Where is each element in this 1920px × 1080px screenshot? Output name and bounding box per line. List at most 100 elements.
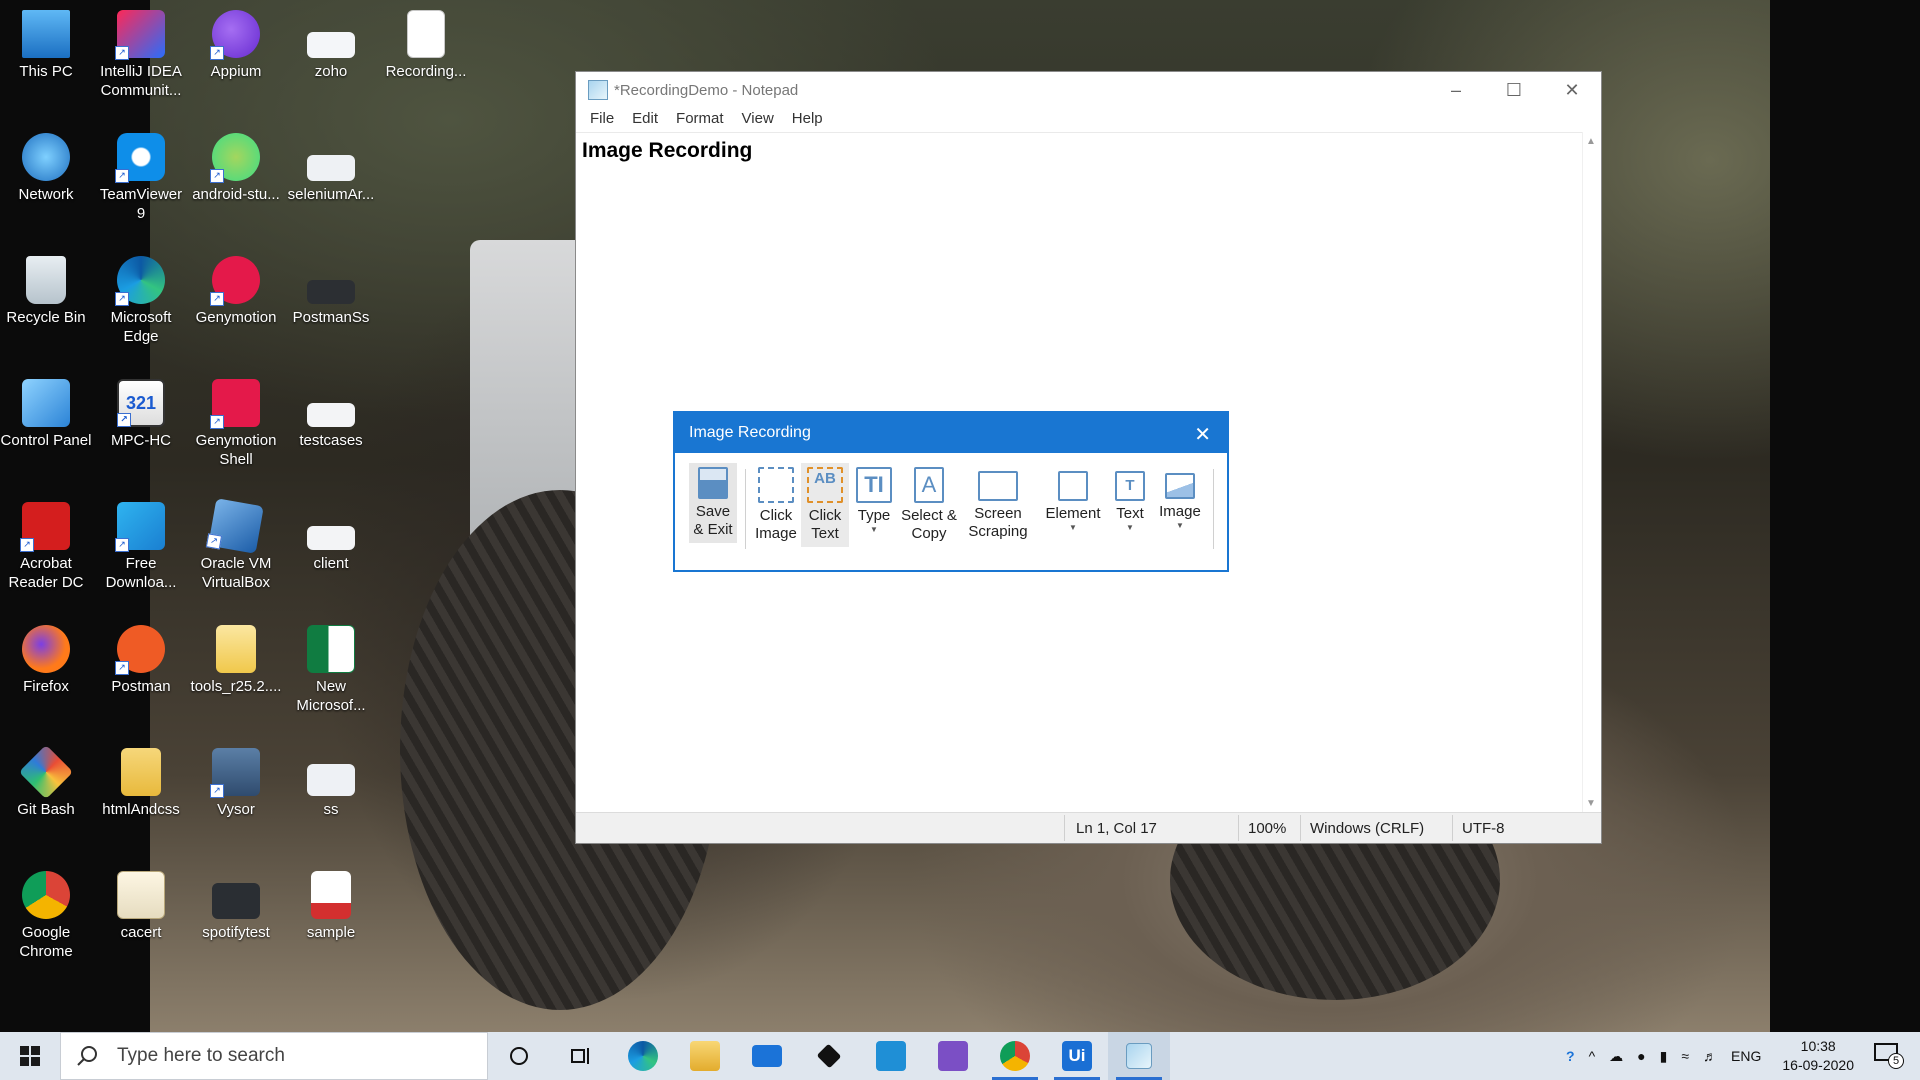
microphone-icon[interactable]: ● — [1637, 1048, 1645, 1064]
start-button[interactable] — [0, 1032, 60, 1080]
desktop-icon-recording[interactable]: Recording... — [380, 10, 472, 81]
text-icon: T — [1115, 471, 1145, 501]
status-encoding: UTF-8 — [1462, 820, 1505, 837]
desktop-icon-vysor[interactable]: ↗ Vysor — [190, 748, 282, 819]
screen-scraping-label: Screen Scraping — [968, 505, 1028, 540]
type-dropdown-icon[interactable]: ▼ — [851, 525, 897, 535]
desktop-icon-chrome[interactable]: Google Chrome — [0, 871, 92, 961]
scroll-down-icon[interactable]: ▼ — [1586, 798, 1596, 809]
element-button[interactable]: Element ▼ — [1043, 463, 1103, 533]
dialog-title-bar[interactable]: Image Recording ✕ — [675, 413, 1227, 453]
edge-icon: ↗ — [115, 256, 165, 306]
vysor-icon: ↗ — [210, 748, 260, 798]
image-file-icon — [212, 883, 260, 919]
desktop-icon-acrobat[interactable]: ↗ Acrobat Reader DC — [0, 502, 92, 592]
taskbar-edge[interactable] — [612, 1032, 674, 1080]
taskbar-mail[interactable] — [736, 1032, 798, 1080]
cortana-button[interactable] — [488, 1032, 550, 1080]
desktop-icon-testcases[interactable]: testcases — [285, 379, 377, 450]
menu-edit[interactable]: Edit — [623, 108, 667, 130]
desktop-icon-free-download[interactable]: ↗ Free Downloa... — [95, 502, 187, 592]
desktop-icon-control-panel[interactable]: Control Panel — [0, 379, 92, 450]
desktop-icon-virtualbox[interactable]: ↗ Oracle VM VirtualBox — [190, 498, 282, 592]
desktop-icon-htmlandcss[interactable]: htmlAndcss — [95, 748, 187, 819]
taskbar-chrome[interactable] — [984, 1032, 1046, 1080]
menu-help[interactable]: Help — [783, 108, 832, 130]
desktop-icon-postman[interactable]: ↗ Postman — [95, 625, 187, 696]
status-divider — [1064, 815, 1065, 841]
onedrive-icon[interactable]: ☁ — [1609, 1048, 1623, 1065]
free-download-icon: ↗ — [115, 502, 165, 552]
language-indicator[interactable]: ENG — [1731, 1048, 1761, 1064]
screen-scraping-icon — [978, 471, 1018, 501]
type-button[interactable]: TI Type ▼ — [851, 463, 897, 535]
screen-scraping-button[interactable]: Screen Scraping — [963, 463, 1033, 541]
maximize-icon[interactable]: ☐ — [1485, 80, 1543, 101]
desktop-icon-git-bash[interactable]: Git Bash — [0, 744, 92, 819]
dialog-close-icon[interactable]: ✕ — [1194, 422, 1211, 447]
menu-format[interactable]: Format — [667, 108, 733, 130]
clock[interactable]: 10:38 16-09-2020 — [1782, 1037, 1854, 1075]
notification-center-button[interactable]: 5 — [1874, 1043, 1904, 1069]
taskbar-dropbox[interactable] — [798, 1032, 860, 1080]
mpc-hc-icon: 321 ↗ — [117, 379, 165, 427]
text-dropdown-icon[interactable]: ▼ — [1107, 523, 1153, 533]
desktop-icon-recycle-bin[interactable]: Recycle Bin — [0, 256, 92, 327]
notepad-title-bar[interactable]: *RecordingDemo - Notepad – ☐ ✕ — [576, 72, 1601, 108]
desktop-icon-network[interactable]: Network — [0, 133, 92, 204]
desktop-icon-tools[interactable]: tools_r25.2.... — [190, 625, 282, 696]
desktop-icon-selenium[interactable]: seleniumAr... — [285, 133, 377, 204]
desktop-icon-sample[interactable]: sample — [285, 871, 377, 942]
desktop-icon-edge[interactable]: ↗ Microsoft Edge — [95, 256, 187, 346]
desktop-icon-teamviewer[interactable]: ↗ TeamViewer 9 — [95, 133, 187, 223]
desktop-icon-postmanss[interactable]: PostmanSs — [285, 256, 377, 327]
taskbar-search-box[interactable]: Type here to search — [60, 1032, 488, 1080]
desktop-icon-spotifytest[interactable]: spotifytest — [190, 871, 282, 942]
notepad-menu-bar: File Edit Format View Help — [576, 108, 1601, 130]
desktop-icon-android-studio[interactable]: ↗ android-stu... — [190, 133, 282, 204]
dropbox-icon — [816, 1043, 842, 1069]
desktop-icon-appium[interactable]: ↗ Appium — [190, 10, 282, 81]
git-bash-icon — [18, 744, 74, 800]
wifi-icon[interactable]: ≈ — [1681, 1048, 1689, 1064]
image-dropdown-icon[interactable]: ▼ — [1155, 521, 1205, 531]
notepad-title: *RecordingDemo - Notepad — [614, 81, 799, 99]
desktop-icon-new-excel[interactable]: New Microsof... — [285, 625, 377, 715]
desktop-icon-client[interactable]: client — [285, 502, 377, 573]
menu-file[interactable]: File — [581, 108, 623, 130]
vertical-scrollbar[interactable]: ▲ ▼ — [1582, 132, 1601, 813]
element-dropdown-icon[interactable]: ▼ — [1043, 523, 1103, 533]
click-image-button[interactable]: Click Image — [751, 463, 801, 543]
desktop-icon-mpc-hc[interactable]: 321 ↗ MPC-HC — [95, 379, 187, 450]
battery-icon[interactable]: ▮ — [1660, 1048, 1668, 1065]
scroll-up-icon[interactable]: ▲ — [1586, 136, 1596, 147]
taskbar-power-automate[interactable] — [860, 1032, 922, 1080]
minimize-icon[interactable]: – — [1427, 80, 1485, 101]
taskbar-uipath[interactable]: Ui — [1046, 1032, 1108, 1080]
desktop-icon-ss[interactable]: ss — [285, 748, 377, 819]
help-icon[interactable]: ? — [1566, 1048, 1575, 1064]
desktop-icon-firefox[interactable]: Firefox — [0, 625, 92, 696]
taskbar-notepad[interactable] — [1108, 1032, 1170, 1080]
desktop-icon-zoho[interactable]: zoho — [285, 10, 377, 81]
taskbar-visual-studio[interactable] — [922, 1032, 984, 1080]
appium-icon: ↗ — [210, 10, 260, 60]
close-icon[interactable]: ✕ — [1543, 80, 1601, 101]
save-exit-button[interactable]: Save & Exit — [689, 463, 737, 543]
chevron-up-icon[interactable]: ^ — [1589, 1048, 1596, 1064]
image-label: Image — [1159, 503, 1201, 520]
desktop-icon-genymotion[interactable]: ↗ Genymotion — [190, 256, 282, 327]
task-view-button[interactable] — [550, 1032, 612, 1080]
click-text-button[interactable]: AB Click Text — [801, 463, 849, 547]
menu-view[interactable]: View — [733, 108, 783, 130]
desktop-icon-cacert[interactable]: cacert — [95, 871, 187, 942]
text-button[interactable]: T Text ▼ — [1107, 463, 1153, 533]
image-button[interactable]: Image ▼ — [1155, 463, 1205, 531]
folder-icon — [690, 1041, 720, 1071]
desktop-icon-this-pc[interactable]: This PC — [0, 10, 92, 81]
taskbar-file-explorer[interactable] — [674, 1032, 736, 1080]
desktop-icon-genymotion-shell[interactable]: ↗ Genymotion Shell — [190, 379, 282, 469]
volume-icon[interactable]: ♬ — [1703, 1048, 1717, 1064]
desktop-icon-intellij[interactable]: ↗ IntelliJ IDEA Communit... — [95, 10, 187, 100]
select-copy-button[interactable]: A Select & Copy — [901, 463, 957, 543]
